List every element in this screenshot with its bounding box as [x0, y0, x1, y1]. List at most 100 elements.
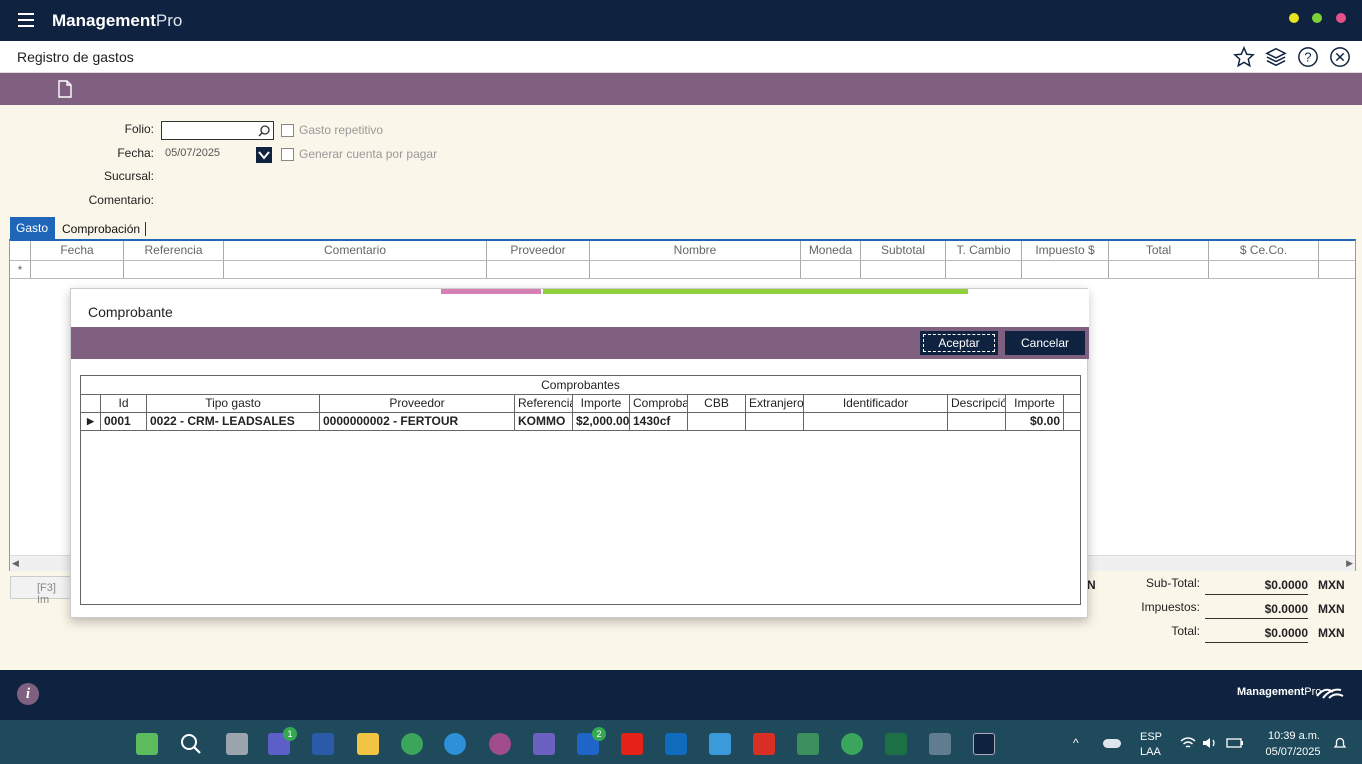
col-tcambio[interactable]: T. Cambio: [946, 241, 1022, 260]
acrobat-icon[interactable]: [753, 733, 775, 755]
language-indicator[interactable]: ESP: [1140, 731, 1162, 743]
comprobantes-grid[interactable]: Comprobantes Id Tipo gasto Proveedor Ref…: [80, 375, 1081, 605]
brand-suffix: Pro: [155, 11, 183, 30]
start-icon[interactable]: [136, 733, 158, 755]
scroll-right-icon[interactable]: ▶: [1346, 558, 1353, 569]
teams-badge: 1: [283, 727, 297, 741]
maximize-dot[interactable]: [1312, 13, 1322, 23]
svg-text:?: ?: [1304, 50, 1311, 65]
l-app-icon[interactable]: 2: [577, 727, 606, 755]
table-row[interactable]: ▶ 0001 0022 - CRM- LEADSALES 0000000002 …: [81, 413, 1080, 431]
comprobante-dialog: Comprobante Aceptar Cancelar Comprobante…: [70, 288, 1089, 618]
circle-app-icon[interactable]: [489, 733, 511, 755]
search-icon[interactable]: [257, 124, 271, 138]
col-comprobante[interactable]: Comprobante: [630, 395, 688, 412]
layout-indicator[interactable]: LAA: [1140, 746, 1161, 758]
file-explorer-icon[interactable]: [357, 733, 379, 755]
clock-time[interactable]: 10:39 a.m.: [1263, 730, 1325, 742]
battery-icon[interactable]: [1226, 737, 1244, 749]
close-window-icon[interactable]: [1329, 46, 1351, 68]
col-proveedor[interactable]: Proveedor: [487, 241, 590, 260]
notepad-icon[interactable]: [797, 733, 819, 755]
col-nombre[interactable]: Nombre: [590, 241, 801, 260]
cell-tipo-gasto[interactable]: 0022 - CRM- LEADSALES: [147, 413, 320, 430]
page-header: [0, 41, 1362, 73]
col-extranjero[interactable]: Extranjero: [746, 395, 804, 412]
close-dot[interactable]: [1336, 13, 1346, 23]
gasto-repetitivo-checkbox[interactable]: [281, 124, 294, 137]
scroll-left-icon[interactable]: ◀: [12, 558, 19, 569]
chrome-icon[interactable]: [401, 733, 423, 755]
subtotal-label: Sub-Total:: [1145, 576, 1200, 590]
col-id[interactable]: Id: [101, 395, 147, 412]
col-moneda[interactable]: Moneda: [801, 241, 861, 260]
info-icon[interactable]: i: [17, 683, 39, 705]
col-referencia[interactable]: Referencia: [124, 241, 224, 260]
tool-app-icon[interactable]: [709, 733, 731, 755]
col-ceco[interactable]: $ Ce.Co.: [1209, 241, 1319, 260]
generar-cuenta-checkbox[interactable]: [281, 148, 294, 161]
col-comentario[interactable]: Comentario: [224, 241, 487, 260]
f3-button[interactable]: [F3] Im: [10, 576, 72, 606]
help-icon[interactable]: ?: [1297, 46, 1319, 68]
clock-date[interactable]: 05/07/2025: [1259, 746, 1327, 758]
cell-extranjero[interactable]: [746, 413, 804, 430]
accept-button[interactable]: Aceptar: [920, 331, 998, 355]
wifi-icon[interactable]: [1180, 736, 1196, 750]
cancel-button[interactable]: Cancelar: [1005, 331, 1085, 355]
hex-app-icon[interactable]: [533, 733, 555, 755]
cell-importe-2[interactable]: $0.00: [1006, 413, 1064, 430]
folio-label: Folio:: [124, 122, 154, 136]
col-proveedor[interactable]: Proveedor: [320, 395, 515, 412]
cell-proveedor[interactable]: 0000000002 - FERTOUR: [320, 413, 515, 430]
col-referencia[interactable]: Referencia: [515, 395, 573, 412]
cloud-icon[interactable]: [1103, 739, 1121, 748]
cell-cbb[interactable]: [688, 413, 746, 430]
cell-identificador[interactable]: [804, 413, 948, 430]
notifications-icon[interactable]: [1332, 735, 1348, 751]
col-importe[interactable]: Importe: [573, 395, 630, 412]
tab-gasto[interactable]: Gasto: [10, 217, 55, 239]
youtube-icon[interactable]: [621, 733, 643, 755]
col-descripcion[interactable]: Descripción: [948, 395, 1006, 412]
cell-descripcion[interactable]: [948, 413, 1006, 430]
col-subtotal[interactable]: Subtotal: [861, 241, 946, 260]
task-view-icon[interactable]: [226, 733, 248, 755]
col-identificador[interactable]: Identificador: [804, 395, 948, 412]
star-icon[interactable]: [1233, 46, 1255, 68]
new-row[interactable]: *: [10, 261, 1355, 279]
word-icon[interactable]: [312, 733, 334, 755]
cell-comprobante[interactable]: 1430cf: [630, 413, 688, 430]
chrome-2-icon[interactable]: [841, 733, 863, 755]
col-total[interactable]: Total: [1109, 241, 1209, 260]
tab-separator: [145, 222, 146, 236]
cell-referencia[interactable]: KOMMO: [515, 413, 573, 430]
volume-icon[interactable]: [1202, 736, 1218, 750]
footer-logo: ManagementPro: [1237, 686, 1321, 698]
search-taskbar-icon[interactable]: [180, 733, 202, 755]
impuestos-currency: MXN: [1318, 602, 1345, 616]
teams-icon[interactable]: 1: [268, 727, 297, 755]
new-document-icon[interactable]: [57, 80, 73, 98]
layers-icon[interactable]: [1265, 46, 1287, 68]
comentario-label: Comentario:: [88, 193, 154, 207]
calculator-icon[interactable]: [929, 733, 951, 755]
menu-icon[interactable]: [18, 13, 34, 27]
minimize-dot[interactable]: [1289, 13, 1299, 23]
cell-id[interactable]: 0001: [101, 413, 147, 430]
skype-icon[interactable]: [444, 733, 466, 755]
outlook-icon[interactable]: [665, 733, 687, 755]
total-value: $0.0000: [1205, 626, 1308, 643]
col-fecha[interactable]: Fecha: [31, 241, 124, 260]
col-cbb[interactable]: CBB: [688, 395, 746, 412]
col-importe-2[interactable]: Importe: [1006, 395, 1064, 412]
excel-icon[interactable]: [885, 733, 907, 755]
tab-comprobacion[interactable]: Comprobación: [62, 222, 140, 236]
managementpro-taskbar-icon[interactable]: [973, 733, 995, 755]
fecha-value[interactable]: 05/07/2025: [165, 147, 220, 159]
tray-chevron-icon[interactable]: ^: [1073, 736, 1079, 750]
col-impuesto[interactable]: Impuesto $: [1022, 241, 1109, 260]
date-picker-button[interactable]: [256, 147, 272, 163]
cell-importe[interactable]: $2,000.00: [573, 413, 630, 430]
col-tipo-gasto[interactable]: Tipo gasto: [147, 395, 320, 412]
